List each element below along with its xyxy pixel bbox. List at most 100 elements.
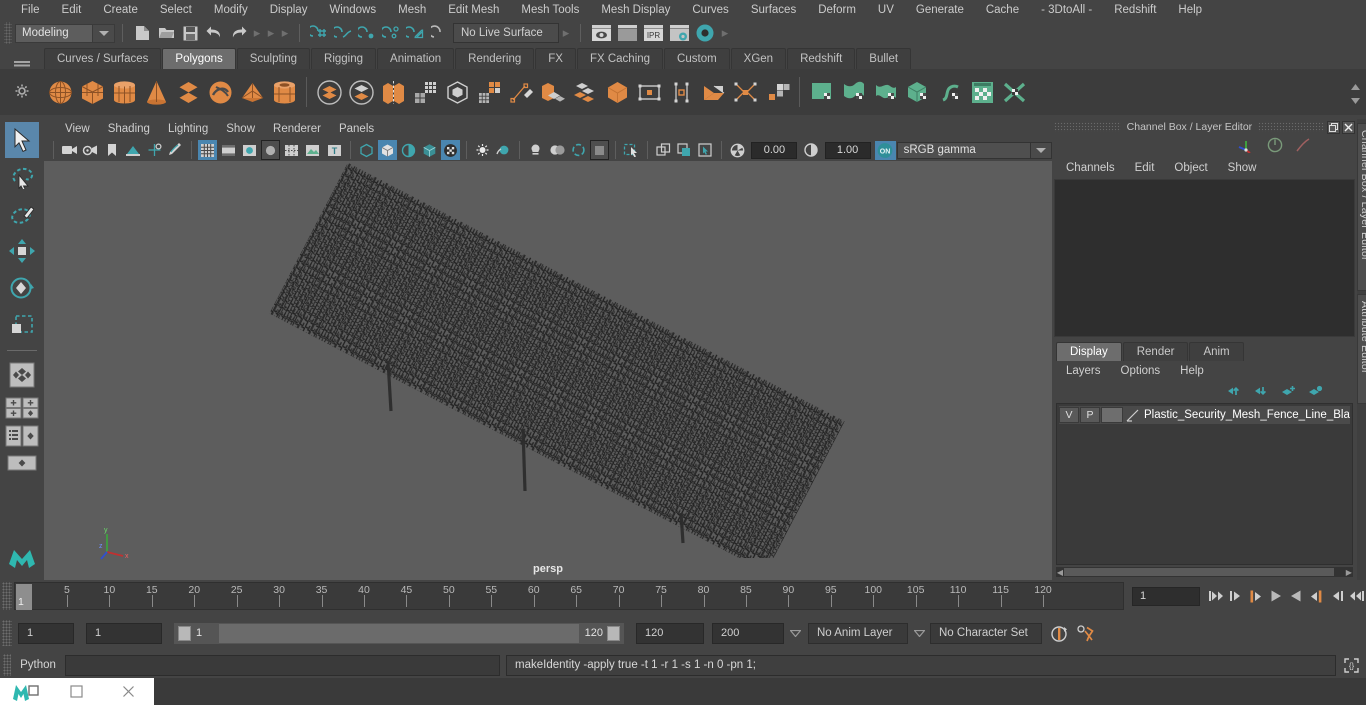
menu-item-curves[interactable]: Curves [681,0,739,20]
exposure-value-field[interactable]: 0.00 [751,141,798,159]
range-handle-left-grip[interactable] [178,625,191,641]
channel-box-dial-icon[interactable] [1267,137,1283,156]
ipr-render-icon[interactable]: IPR [641,23,665,43]
next-key-button[interactable] [1306,585,1326,607]
viewport-menu-renderer[interactable]: Renderer [264,119,330,139]
exposure-toggle-icon[interactable] [420,140,439,160]
xray-display-icon[interactable] [357,140,376,160]
menu-item-uv[interactable]: UV [867,0,905,20]
anti-aliasing-icon[interactable] [569,140,588,160]
vertical-tab-attribute-editor[interactable]: Attribute Editor [1356,294,1366,404]
shelf-scroll-arrows[interactable] [1348,74,1362,114]
uv-layout-icon[interactable] [998,72,1030,112]
range-slider-gripper[interactable] [2,620,12,646]
go-to-end-button[interactable] [1346,585,1366,607]
isolate-select-icon[interactable] [622,140,641,160]
viewport-menu-panels[interactable]: Panels [330,119,383,139]
taskbar-close-icon[interactable] [103,678,154,705]
viewport-menu-lighting[interactable]: Lighting [159,119,217,139]
xray-active-components-icon[interactable] [399,140,418,160]
menu-item-help[interactable]: Help [1167,0,1213,20]
animation-end-field[interactable]: 200 [712,622,784,644]
shaded-wireframe-icon[interactable] [282,140,301,160]
layer-color-swatch[interactable] [1101,407,1123,423]
range-end-field[interactable]: 120 [636,622,704,644]
motion-blur-icon[interactable] [589,140,609,160]
gamma-value-field[interactable]: 1.00 [824,141,871,159]
step-back-button[interactable] [1226,585,1246,607]
range-slider-right-handle[interactable]: 120 [579,623,623,643]
animation-start-field[interactable]: 1 [18,622,74,644]
smooth-icon[interactable] [441,72,473,112]
paint-effects-toggle-icon[interactable] [654,140,673,160]
layer-visibility-toggle[interactable]: V [1059,407,1079,423]
menu-item-create[interactable]: Create [92,0,149,20]
anim-layer-field[interactable]: No Anim Layer [808,622,908,644]
shelf-tab-xgen[interactable]: XGen [730,48,787,69]
view-layout-four-panes-icon[interactable] [5,394,39,422]
redo-icon[interactable] [227,22,249,44]
create-poly-tool-icon[interactable] [505,72,537,112]
range-menu-arrow[interactable] [784,629,806,637]
two-d-pan-zoom-icon[interactable] [144,140,163,160]
layer-editor-menu-layers[interactable]: Layers [1056,362,1111,380]
3d-viewport[interactable]: persp y x z [44,161,1052,580]
close-panel-button[interactable] [1341,120,1355,134]
time-slider-gripper[interactable] [2,582,12,610]
viewport-menu-view[interactable]: View [56,119,99,139]
uv-cylindrical-map-icon[interactable] [838,72,870,112]
move-layer-up-icon[interactable] [1227,385,1242,400]
lighting-default-icon[interactable] [473,140,492,160]
viewport-menu-show[interactable]: Show [217,119,264,139]
viewport-menu-shading[interactable]: Shading [99,119,159,139]
shelf-tab-polygons[interactable]: Polygons [162,48,236,69]
smooth-shade-selected-icon[interactable] [240,140,259,160]
menu-item-3dtoall[interactable]: - 3DtoAll - [1030,0,1103,20]
color-space-dropdown-arrow[interactable] [1030,141,1052,159]
poly-face-select-icon[interactable] [633,72,665,112]
xray-joints-icon[interactable] [377,140,397,160]
menu-set-selector[interactable]: Modeling [15,23,93,43]
two-sided-lighting-icon[interactable] [494,140,513,160]
select-camera-icon[interactable] [60,140,79,160]
ambient-occlusion-icon[interactable] [547,140,566,160]
previous-key-button[interactable] [1246,585,1266,607]
scroll-left-arrow[interactable]: ◀ [1056,567,1064,577]
taskbar-restore-icon[interactable] [51,678,102,705]
texture-display-icon[interactable] [303,140,322,160]
extract-icon[interactable] [377,72,409,112]
layer-name[interactable]: Plastic_Security_Mesh_Fence_Line_Bla [1140,409,1350,421]
poly-pyramid-icon[interactable] [236,72,268,112]
uv-automatic-map-icon[interactable] [902,72,934,112]
vertical-tab-channel-box[interactable]: Channel Box / Layer Editor [1356,123,1366,291]
uv-planar-map-icon[interactable] [806,72,838,112]
channel-box-curve-icon[interactable] [1295,137,1311,156]
snap-to-grid-icon[interactable] [308,22,330,44]
snap-to-view-planes-icon[interactable] [404,22,426,44]
uv-spherical-map-icon[interactable] [870,72,902,112]
extrude-icon[interactable] [537,72,569,112]
bookmark-icon[interactable] [102,140,121,160]
current-frame-field[interactable]: 1 [1132,586,1200,606]
shelf-tab-curves-surfaces[interactable]: Curves / Surfaces [44,48,162,69]
taskbar-app-icon[interactable] [0,678,51,705]
view-layout-persp-icon[interactable] [5,450,39,478]
range-slider-left-handle[interactable]: 1 [175,623,219,643]
menu-item-mesh[interactable]: Mesh [387,0,437,20]
status-collapse-2[interactable]: ▸ [264,23,278,43]
live-surface-field[interactable]: No Live Surface [453,23,559,43]
move-layer-down-icon[interactable] [1254,385,1269,400]
use-default-material-icon[interactable]: T [325,140,344,160]
shelf-options-gear-icon[interactable] [9,74,35,108]
layer-list[interactable]: V P Plastic_Security_Mesh_Fence_Line_Bla [1056,403,1353,565]
anim-layer-dropdown-arrow[interactable] [908,629,930,637]
script-editor-icon[interactable]: {} [1340,654,1362,676]
poly-edge-select-icon[interactable] [665,72,697,112]
view-layout-outliner-persp-icon[interactable] [5,422,39,450]
undo-icon[interactable] [203,22,225,44]
poly-bridge-icon[interactable] [729,72,761,112]
shelf-tab-custom[interactable]: Custom [664,48,730,69]
poly-pipe-icon[interactable] [268,72,300,112]
play-backwards-button[interactable] [1266,585,1286,607]
menu-item-select[interactable]: Select [149,0,203,20]
